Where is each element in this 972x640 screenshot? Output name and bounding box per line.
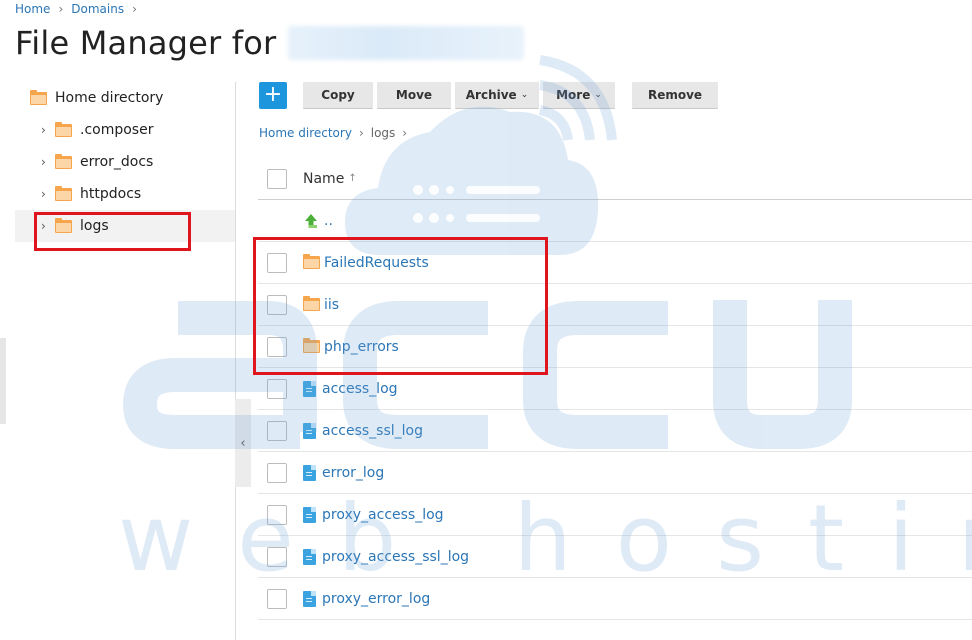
chevron-right-icon: › (358, 126, 364, 140)
file-icon (303, 590, 316, 607)
table-row[interactable]: access_ssl_log (258, 410, 972, 452)
item-name-link[interactable]: proxy_error_log (322, 591, 430, 607)
row-checkbox[interactable] (267, 546, 287, 567)
file-icon (303, 464, 316, 481)
file-icon (303, 506, 316, 523)
folder-icon (55, 185, 72, 201)
name-column-header[interactable]: Name (303, 171, 344, 187)
toolbar: + Copy Move Archive ⌄ More ⌄ Remove (259, 82, 722, 109)
row-checkbox[interactable] (267, 588, 287, 609)
breadcrumb-domains[interactable]: Domains (71, 2, 124, 16)
parent-directory-link[interactable]: .. (324, 213, 333, 229)
add-button[interactable]: + (259, 82, 287, 109)
table-row[interactable]: proxy_access_ssl_log (258, 536, 972, 578)
breadcrumb-home[interactable]: Home (15, 2, 50, 16)
chevron-right-icon[interactable]: › (41, 187, 55, 201)
side-panel-handle[interactable] (0, 338, 6, 424)
path-current: logs (370, 126, 396, 140)
table-row[interactable]: proxy_error_log (258, 578, 972, 620)
select-all-checkbox[interactable] (267, 168, 287, 189)
row-checkbox[interactable] (267, 504, 287, 525)
tree-item-home-directory[interactable]: Home directory (15, 82, 235, 114)
page-title: File Manager for (15, 24, 525, 62)
item-name-link[interactable]: proxy_access_ssl_log (322, 549, 469, 565)
chevron-down-icon: ⌄ (520, 90, 529, 100)
more-label: More (556, 88, 591, 102)
item-name-link[interactable]: error_log (322, 465, 384, 481)
row-checkbox[interactable] (267, 378, 287, 399)
more-button[interactable]: More ⌄ (543, 82, 615, 109)
table-row[interactable]: error_log (258, 452, 972, 494)
highlight-box-folders (253, 237, 548, 375)
highlight-box-logs (34, 212, 191, 251)
chevron-right-icon: › (132, 2, 137, 16)
collapse-panel-button[interactable]: ‹ (235, 399, 251, 487)
table-row[interactable]: proxy_access_log (258, 494, 972, 536)
tree-item-label: httpdocs (80, 186, 142, 202)
page-title-text: File Manager for (15, 24, 277, 62)
folder-icon (30, 89, 47, 105)
sort-arrow-icon: ↑ (348, 173, 357, 184)
file-icon (303, 422, 316, 439)
file-icon (303, 548, 316, 565)
archive-label: Archive (465, 88, 517, 102)
folder-icon (55, 153, 72, 169)
item-name-link[interactable]: access_ssl_log (322, 423, 423, 439)
item-name-link[interactable]: proxy_access_log (322, 507, 444, 523)
tree-item-error-docs[interactable]: › error_docs (15, 146, 235, 178)
tree-item-label: Home directory (55, 90, 164, 106)
tree-item-label: error_docs (80, 154, 154, 170)
file-table: Name ↑ .. FailedRequests iis php_errors … (258, 158, 972, 620)
chevron-down-icon: ⌄ (594, 90, 602, 100)
table-header: Name ↑ (258, 158, 972, 200)
move-button[interactable]: Move (377, 82, 451, 109)
path-home-directory[interactable]: Home directory (259, 126, 352, 140)
chevron-right-icon: › (402, 126, 408, 140)
row-checkbox[interactable] (267, 462, 287, 483)
folder-icon (55, 121, 72, 137)
tree-item-httpdocs[interactable]: › httpdocs (15, 178, 235, 210)
tree-item-composer[interactable]: › .composer (15, 114, 235, 146)
chevron-right-icon[interactable]: › (41, 155, 55, 169)
item-name-link[interactable]: access_log (322, 381, 398, 397)
tree-item-label: .composer (80, 122, 154, 138)
archive-button[interactable]: Archive ⌄ (455, 82, 539, 109)
file-icon (303, 380, 316, 397)
move-label: Move (395, 88, 433, 102)
blurred-domain-name (288, 26, 525, 60)
row-checkbox[interactable] (267, 420, 287, 441)
chevron-left-icon: ‹ (240, 435, 246, 451)
copy-label: Copy (321, 88, 355, 102)
remove-button[interactable]: Remove (632, 82, 718, 109)
path-breadcrumb: Home directory › logs › (259, 126, 414, 140)
remove-label: Remove (647, 88, 703, 102)
up-arrow-icon (305, 213, 317, 228)
panel-divider (235, 82, 236, 640)
chevron-right-icon[interactable]: › (41, 123, 55, 137)
table-row-parent[interactable]: .. (258, 200, 972, 242)
copy-button[interactable]: Copy (303, 82, 373, 109)
chevron-right-icon: › (58, 2, 64, 16)
breadcrumb: Home › Domains › (15, 2, 145, 16)
